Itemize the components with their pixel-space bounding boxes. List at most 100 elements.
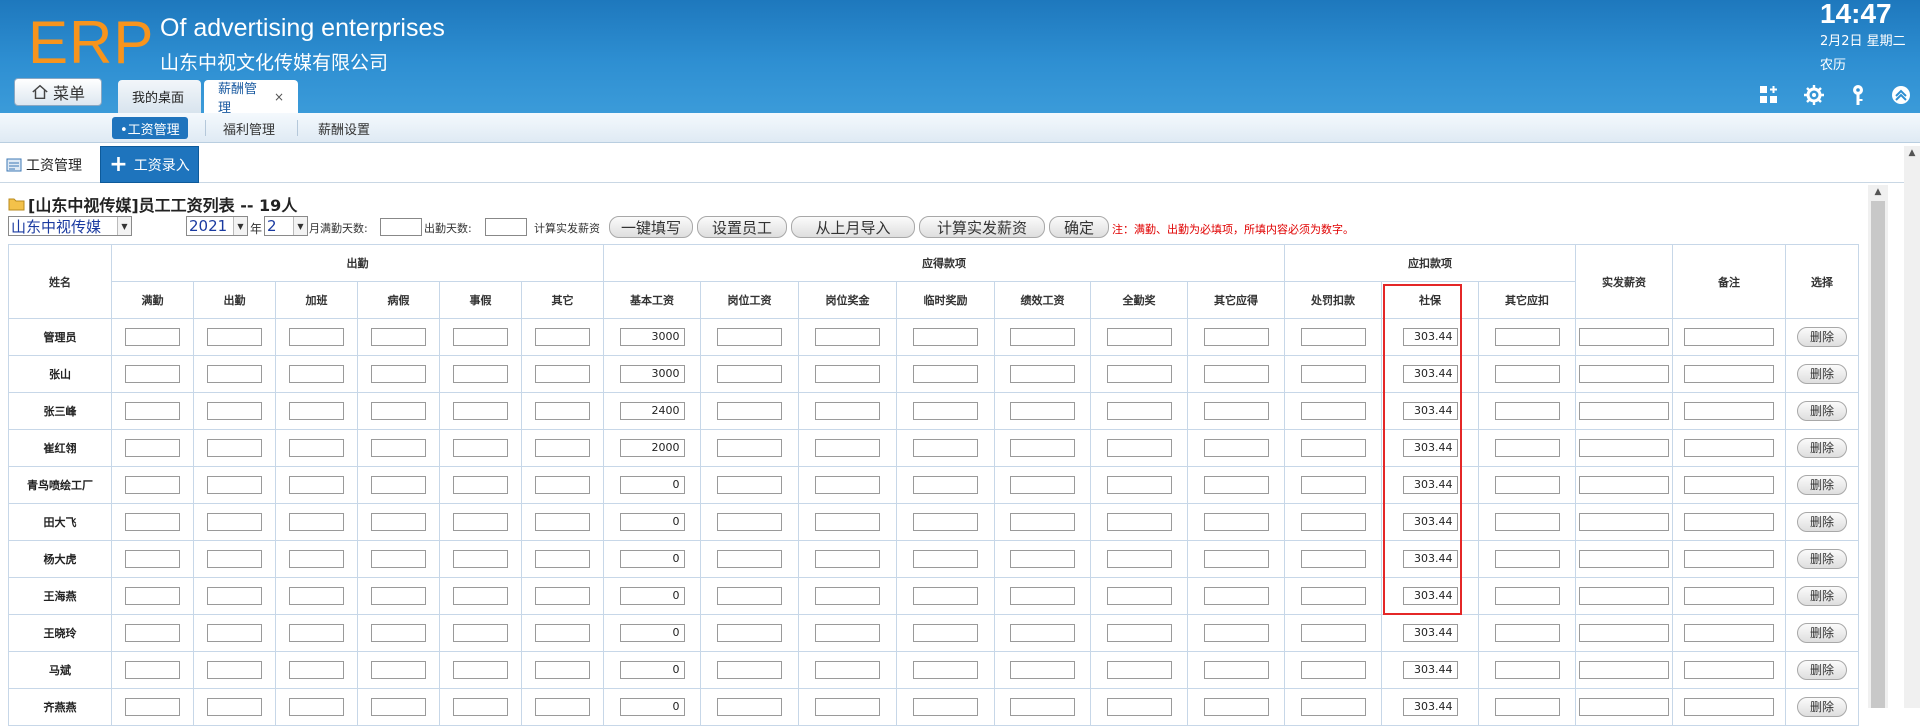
amount-input[interactable]	[207, 550, 262, 568]
net-salary-input[interactable]	[1579, 328, 1669, 346]
net-salary-input[interactable]	[1579, 698, 1669, 716]
amount-input[interactable]	[913, 476, 978, 494]
amount-input[interactable]	[1300, 365, 1366, 383]
amount-input[interactable]	[371, 402, 426, 420]
amount-input[interactable]	[1010, 328, 1075, 346]
subnav-salary-management[interactable]: •工资管理	[112, 117, 188, 139]
amount-input[interactable]	[1010, 624, 1075, 642]
amount-input[interactable]	[913, 328, 978, 346]
amount-input[interactable]	[1300, 328, 1366, 346]
amount-input[interactable]	[1203, 698, 1269, 716]
amount-input[interactable]	[207, 661, 262, 679]
amount-input[interactable]	[125, 624, 180, 642]
amount-input[interactable]	[1494, 328, 1560, 346]
amount-input[interactable]	[453, 365, 508, 383]
amount-input[interactable]	[815, 365, 880, 383]
amount-input[interactable]	[1106, 698, 1172, 716]
amount-input[interactable]	[913, 513, 978, 531]
amount-input[interactable]	[125, 328, 180, 346]
amount-input[interactable]	[535, 550, 590, 568]
amount-input[interactable]	[289, 365, 344, 383]
amount-input[interactable]	[1300, 439, 1366, 457]
amount-input[interactable]	[1300, 587, 1366, 605]
amount-input[interactable]	[1203, 513, 1269, 531]
base-salary-input[interactable]: 3000	[619, 365, 685, 383]
social-insurance-input[interactable]: 303.44	[1402, 402, 1458, 420]
amount-input[interactable]	[1010, 439, 1075, 457]
amount-input[interactable]	[207, 698, 262, 716]
amount-input[interactable]	[1106, 513, 1172, 531]
amount-input[interactable]	[453, 328, 508, 346]
amount-input[interactable]	[717, 550, 782, 568]
social-insurance-input[interactable]: 303.44	[1402, 661, 1458, 679]
amount-input[interactable]	[1494, 661, 1560, 679]
amount-input[interactable]	[717, 661, 782, 679]
amount-input[interactable]	[815, 328, 880, 346]
remark-input[interactable]	[1684, 402, 1774, 420]
amount-input[interactable]	[125, 587, 180, 605]
amount-input[interactable]	[717, 513, 782, 531]
amount-input[interactable]	[535, 476, 590, 494]
amount-input[interactable]	[1300, 513, 1366, 531]
amount-input[interactable]	[125, 476, 180, 494]
amount-input[interactable]	[1494, 402, 1560, 420]
base-salary-input[interactable]: 0	[619, 513, 685, 531]
amount-input[interactable]	[815, 402, 880, 420]
amount-input[interactable]	[1300, 698, 1366, 716]
amount-input[interactable]	[125, 661, 180, 679]
social-insurance-input[interactable]: 303.44	[1402, 587, 1458, 605]
amount-input[interactable]	[535, 328, 590, 346]
amount-input[interactable]	[815, 587, 880, 605]
amount-input[interactable]	[453, 550, 508, 568]
amount-input[interactable]	[289, 439, 344, 457]
amount-input[interactable]	[371, 476, 426, 494]
amount-input[interactable]	[371, 513, 426, 531]
attend-days-input[interactable]	[485, 218, 527, 236]
amount-input[interactable]	[371, 550, 426, 568]
amount-input[interactable]	[453, 698, 508, 716]
amount-input[interactable]	[371, 661, 426, 679]
amount-input[interactable]	[1203, 587, 1269, 605]
amount-input[interactable]	[913, 439, 978, 457]
amount-input[interactable]	[453, 661, 508, 679]
amount-input[interactable]	[1203, 402, 1269, 420]
delete-button[interactable]: 删除	[1797, 512, 1847, 532]
amount-input[interactable]	[717, 587, 782, 605]
amount-input[interactable]	[1010, 587, 1075, 605]
content-scrollbar[interactable]: ▲	[1868, 185, 1888, 708]
amount-input[interactable]	[717, 439, 782, 457]
base-salary-input[interactable]: 2400	[619, 402, 685, 420]
remark-input[interactable]	[1684, 328, 1774, 346]
base-salary-input[interactable]: 3000	[619, 328, 685, 346]
amount-input[interactable]	[125, 698, 180, 716]
amount-input[interactable]	[125, 513, 180, 531]
one-click-fill-button[interactable]: 一键填写	[609, 216, 693, 238]
company-select[interactable]: 山东中视传媒 ▼	[8, 216, 132, 236]
amount-input[interactable]	[453, 439, 508, 457]
subnav-salary-settings[interactable]: 薪酬设置	[310, 117, 378, 139]
amount-input[interactable]	[815, 513, 880, 531]
amount-input[interactable]	[1494, 476, 1560, 494]
amount-input[interactable]	[289, 624, 344, 642]
amount-input[interactable]	[371, 439, 426, 457]
social-insurance-input[interactable]: 303.44	[1402, 624, 1458, 642]
amount-input[interactable]	[453, 624, 508, 642]
amount-input[interactable]	[207, 476, 262, 494]
amount-input[interactable]	[815, 476, 880, 494]
amount-input[interactable]	[453, 513, 508, 531]
import-last-month-button[interactable]: 从上月导入	[791, 216, 915, 238]
amount-input[interactable]	[1203, 661, 1269, 679]
amount-input[interactable]	[1106, 550, 1172, 568]
amount-input[interactable]	[207, 328, 262, 346]
amount-input[interactable]	[207, 587, 262, 605]
delete-button[interactable]: 删除	[1797, 364, 1847, 384]
amount-input[interactable]	[913, 698, 978, 716]
amount-input[interactable]	[1203, 476, 1269, 494]
remark-input[interactable]	[1684, 698, 1774, 716]
tab-salary-management[interactable]: 薪酬管理 ×	[204, 80, 298, 116]
remark-input[interactable]	[1684, 476, 1774, 494]
amount-input[interactable]	[815, 550, 880, 568]
net-salary-input[interactable]	[1579, 513, 1669, 531]
amount-input[interactable]	[207, 624, 262, 642]
social-insurance-input[interactable]: 303.44	[1402, 365, 1458, 383]
